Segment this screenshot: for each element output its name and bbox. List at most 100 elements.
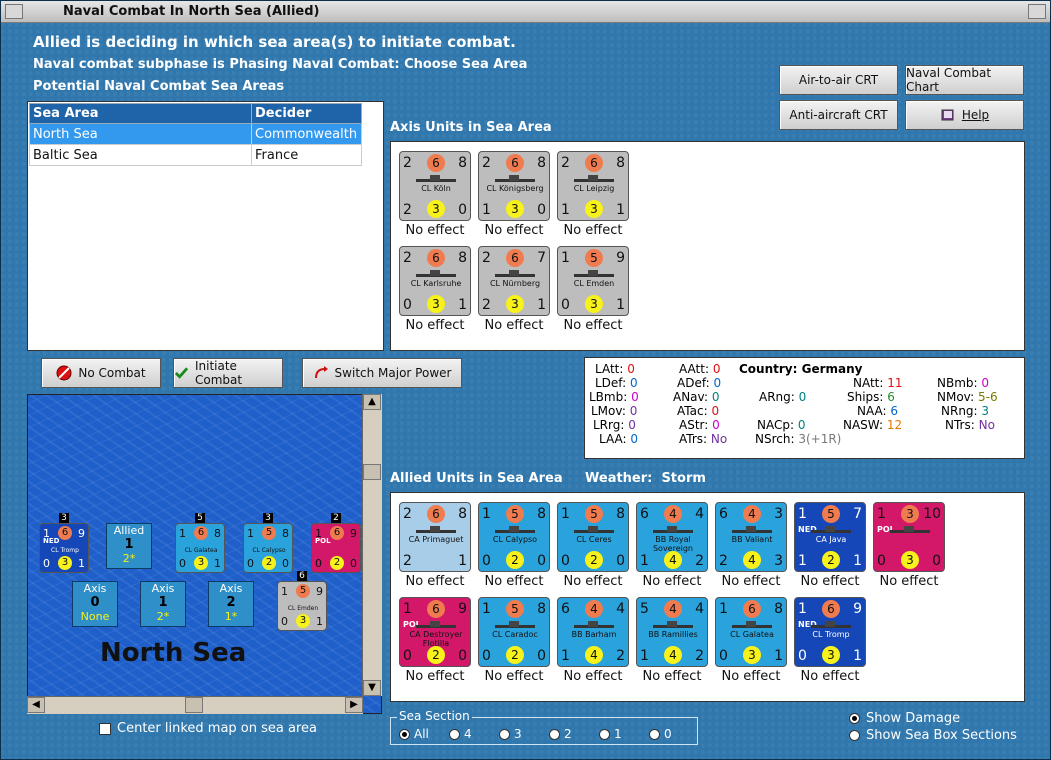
map-unit-counter[interactable]: POL 1 6 9 0 2 0 [311,523,361,573]
counter-value-bl: 0 [561,553,570,569]
scroll-left-arrow-icon[interactable]: ◀ [27,697,45,713]
counter-value-tl: 2 [403,250,412,266]
radio-button[interactable] [449,728,460,740]
sea-area-map[interactable]: NED 1 6 9 CL Tromp 0 3 1 3 Allied 1 2* 1… [27,394,382,714]
counter-value: 9 [316,585,323,598]
switch-arrow-icon [314,366,328,379]
close-button[interactable] [1028,4,1046,19]
air-to-air-crt-label: Air-to-air CRT [798,73,879,87]
unit-counter[interactable]: 6 4 4 1 4 2 BB Royal Sovereign [636,502,708,572]
map-unit-counter[interactable]: NED 1 6 9 CL Tromp 0 3 1 [39,523,89,573]
checkbox-box[interactable] [99,722,111,735]
box-label: Axis [83,582,107,595]
counter-value-br: 2 [695,648,704,664]
counter-value-tr: 8 [537,601,546,617]
radio-button[interactable] [499,728,510,740]
map-unit-counter[interactable]: 1 6 8 CL Galatea 0 3 1 [175,523,225,573]
scroll-up-arrow-icon[interactable]: ▲ [363,394,381,410]
counter-value-bc: 3 [743,646,761,664]
unit-counter[interactable]: 2 6 8 2 1 CA Primaguet [399,502,471,572]
allied-sea-box[interactable]: Allied 1 2* [106,523,152,569]
option-label: 4 [464,727,472,741]
counter-value: 0 [281,615,288,628]
unit-counter[interactable]: NED 1 6 9 0 3 1 CL Tromp [794,597,866,667]
sea-section-option-4[interactable]: 4 [449,727,472,741]
counter-value-tl: 6 [561,601,570,617]
scroll-down-arrow-icon[interactable]: ▼ [363,680,381,696]
initiate-combat-button[interactable]: Initiate Combat [173,358,283,388]
radio-button[interactable] [399,728,410,740]
anti-aircraft-crt-button[interactable]: Anti-aircraft CRT [779,100,898,130]
counter-value-br: 1 [616,297,625,313]
switch-major-power-button[interactable]: Switch Major Power [302,358,462,388]
counter-value-br: 2 [695,553,704,569]
ship-silhouette-icon [495,269,535,277]
unit-counter[interactable]: POL 1 3 10 0 3 0 [873,502,945,572]
no-combat-button[interactable]: No Combat [41,358,161,388]
col-sea-area[interactable]: Sea Area [29,103,252,124]
unit-counter[interactable]: 2 6 8 2 3 0 CL Köln [399,151,471,221]
option-label: 0 [664,727,672,741]
map-unit-counter[interactable]: 1 5 8 CL Calypso 0 2 0 [243,523,293,573]
show-sea-box-sections-option[interactable]: Show Sea Box Sections [849,728,1017,743]
map-vertical-scrollbar[interactable]: ▲ ▼ [362,394,382,696]
unit-counter[interactable]: NED 1 5 7 1 2 1 CA Java [794,502,866,572]
unit-counter[interactable]: 1 5 8 0 2 0 CL Ceres [557,502,629,572]
counter-value-bc: 3 [506,295,524,313]
radio-button[interactable] [849,730,860,741]
scroll-thumb[interactable] [185,697,203,713]
unit-counter[interactable]: 2 6 8 0 3 1 CL Karlsruhe [399,246,471,316]
unit-counter[interactable]: 1 5 9 0 3 1 CL Emden [557,246,629,316]
map-horizontal-scrollbar[interactable]: ◀ ▶ [27,696,363,714]
unit-counter[interactable]: 1 6 8 0 3 1 CL Galatea [715,597,787,667]
axis-sea-box-2[interactable]: Axis 2 1* [208,581,254,627]
unit-counter[interactable]: POL 1 6 9 0 2 0 CA Destroyer Flotilla [399,597,471,667]
radio-button[interactable] [649,728,660,740]
air-to-air-crt-button[interactable]: Air-to-air CRT [779,65,898,95]
unit-counter[interactable]: 6 4 3 2 4 3 BB Valiant [715,502,787,572]
unit-counter[interactable]: 2 6 7 2 3 1 CL Nürnberg [478,246,550,316]
box-sub: 2* [156,610,170,623]
counter-value-br: 1 [774,648,783,664]
stat-lrrg: LRrg: 0 [593,418,636,432]
counter-value-tc: 5 [506,505,524,523]
radio-button[interactable] [599,728,610,740]
sea-section-option-2[interactable]: 2 [549,727,572,741]
counter-value-tr: 4 [695,506,704,522]
counter-value-br: 0 [458,202,467,218]
counter-value: 1 [316,615,323,628]
system-menu-button[interactable] [5,4,23,19]
sea-section-option-3[interactable]: 3 [499,727,522,741]
radio-button[interactable] [849,713,860,724]
show-damage-option[interactable]: Show Damage [849,711,960,726]
axis-sea-box-1[interactable]: Axis 1 2* [140,581,186,627]
radio-button[interactable] [549,728,560,740]
table-row[interactable]: Baltic Sea France [29,144,362,166]
unit-counter[interactable]: 6 4 4 1 4 2 BB Barham [557,597,629,667]
sea-section-option-all[interactable]: All [399,727,429,741]
counter-name: CL Tromp [812,630,850,639]
unit-counter[interactable]: 1 5 8 0 2 0 CL Caradoc [478,597,550,667]
table-row[interactable]: North Sea Commonwealth [29,123,362,145]
unit-counter[interactable]: 5 4 4 1 4 2 BB Ramillies [636,597,708,667]
naval-combat-chart-button[interactable]: Naval Combat Chart [905,65,1024,95]
help-button[interactable]: Help [905,100,1024,130]
ship-silhouette-icon [811,525,851,533]
axis-sea-box-0[interactable]: Axis 0 None [72,581,118,627]
unit-effect: No effect [563,318,623,333]
stack-count-badge: 5 [195,513,205,523]
col-decider[interactable]: Decider [251,103,362,124]
unit-counter[interactable]: 2 6 8 1 3 0 CL Königsberg [478,151,550,221]
subphase-heading: Naval combat subphase is Phasing Naval C… [33,57,528,72]
sea-section-option-0[interactable]: 0 [649,727,672,741]
counter-value-tc: 4 [664,600,682,618]
unit-counter[interactable]: 2 6 8 1 3 1 CL Leipzig [557,151,629,221]
counter-value-br: 0 [537,202,546,218]
scroll-thumb[interactable] [363,464,381,480]
unit-counter[interactable]: 1 5 8 0 2 0 CL Calypso [478,502,550,572]
counter-value-bl: 0 [482,648,491,664]
map-unit-counter[interactable]: 1 5 9 CL Emden 0 3 1 [277,581,327,631]
scroll-right-arrow-icon[interactable]: ▶ [345,697,363,713]
sea-section-option-1[interactable]: 1 [599,727,622,741]
center-map-checkbox[interactable]: Center linked map on sea area [99,721,317,736]
